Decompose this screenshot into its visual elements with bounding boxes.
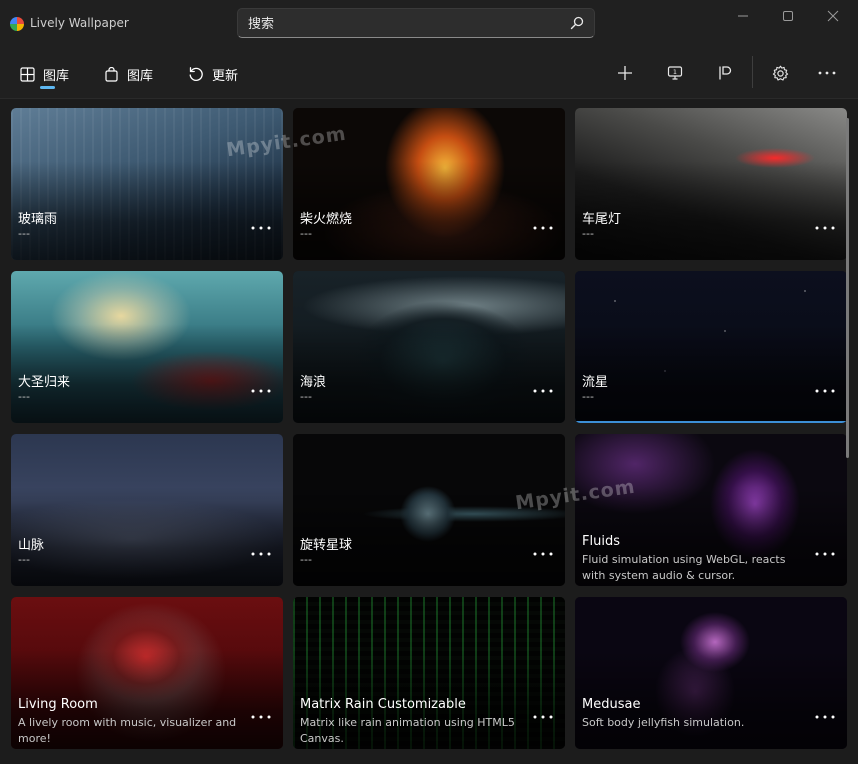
wallpaper-description: --- xyxy=(18,553,30,566)
app-logo-icon xyxy=(10,17,24,31)
more-icon xyxy=(533,552,553,556)
nav-library-label: 图库 xyxy=(43,68,70,84)
wallpaper-description: --- xyxy=(582,390,594,403)
wallpaper-more-button[interactable] xyxy=(249,709,273,725)
nav-update[interactable]: 更新 xyxy=(188,61,238,87)
wallpaper-description: --- xyxy=(18,227,30,240)
wallpaper-card-medusae[interactable]: Medusae Soft body jellyfish simulation. xyxy=(575,597,847,749)
more-options-button[interactable] xyxy=(812,60,842,86)
wallpaper-card-matrix-rain[interactable]: Matrix Rain Customizable Matrix like rai… xyxy=(293,597,565,749)
wallpaper-title: 海浪 xyxy=(300,375,327,390)
wallpaper-description: --- xyxy=(582,227,594,240)
more-icon xyxy=(251,552,271,556)
wallpaper-description: --- xyxy=(300,390,312,403)
wallpaper-card-meteor[interactable]: 流星 --- xyxy=(575,271,847,423)
pause-flag-icon xyxy=(719,66,732,80)
maximize-button[interactable] xyxy=(765,0,811,32)
wallpaper-description: Soft body jellyfish simulation. xyxy=(582,716,745,729)
more-icon xyxy=(533,389,553,393)
wallpaper-title: 山脉 xyxy=(18,538,45,553)
nav-library[interactable]: 图库 xyxy=(20,61,69,87)
more-icon xyxy=(533,715,553,719)
wallpaper-title: 车尾灯 xyxy=(582,212,622,227)
wallpaper-title: 旋转星球 xyxy=(300,538,353,553)
wallpaper-more-button[interactable] xyxy=(249,383,273,399)
wallpaper-description: Fluid simulation using WebGL, reacts wit… xyxy=(582,553,786,582)
wallpaper-more-button[interactable] xyxy=(813,709,837,725)
wallpaper-description: --- xyxy=(300,553,312,566)
plus-icon xyxy=(618,66,632,80)
more-icon xyxy=(818,71,836,75)
wallpaper-card-wave[interactable]: 海浪 --- xyxy=(293,271,565,423)
search-box[interactable] xyxy=(237,8,595,38)
wallpaper-more-button[interactable] xyxy=(531,220,555,236)
more-icon xyxy=(815,715,835,719)
wallpaper-description: --- xyxy=(300,227,312,240)
wallpaper-gallery: 玻璃雨 --- 柴火燃烧 --- 车尾灯 --- 大圣归来 --- 海浪 ---… xyxy=(0,98,858,764)
minimize-icon xyxy=(738,15,748,17)
app-title: Lively Wallpaper xyxy=(30,16,129,30)
wallpaper-title: 玻璃雨 xyxy=(18,212,58,227)
toolbar: 图库 图库 更新 1 xyxy=(0,48,858,98)
wallpaper-title: Living Room xyxy=(18,697,98,712)
settings-button[interactable] xyxy=(765,60,795,86)
more-icon xyxy=(815,552,835,556)
svg-text:1: 1 xyxy=(673,68,677,76)
wallpaper-card-mountains[interactable]: 山脉 --- xyxy=(11,434,283,586)
wallpaper-more-button[interactable] xyxy=(813,383,837,399)
gear-icon xyxy=(772,65,788,81)
title-bar: Lively Wallpaper xyxy=(0,0,858,48)
shopping-bag-icon xyxy=(105,66,118,82)
wallpaper-card-living-room[interactable]: Living Room A lively room with music, vi… xyxy=(11,597,283,749)
wallpaper-more-button[interactable] xyxy=(813,546,837,562)
wallpaper-title: 柴火燃烧 xyxy=(300,212,353,227)
wallpaper-title: Fluids xyxy=(582,534,620,549)
add-wallpaper-button[interactable] xyxy=(610,60,640,86)
wallpaper-more-button[interactable] xyxy=(531,546,555,562)
more-icon xyxy=(815,226,835,230)
wallpaper-more-button[interactable] xyxy=(813,220,837,236)
wallpaper-title: Medusae xyxy=(582,697,641,712)
nav-gallery[interactable]: 图库 xyxy=(104,61,153,87)
close-button[interactable] xyxy=(810,0,856,32)
wallpaper-card-fluids[interactable]: Fluids Fluid simulation using WebGL, rea… xyxy=(575,434,847,586)
toolbar-separator xyxy=(752,56,753,88)
search-input[interactable] xyxy=(248,15,548,33)
wallpaper-description: A lively room with music, visualizer and… xyxy=(18,716,237,745)
wallpaper-more-button[interactable] xyxy=(249,220,273,236)
wallpaper-card-monkey-king[interactable]: 大圣归来 --- xyxy=(11,271,283,423)
more-icon xyxy=(815,389,835,393)
more-icon xyxy=(251,715,271,719)
monitor-icon: 1 xyxy=(667,66,683,80)
wallpaper-more-button[interactable] xyxy=(531,709,555,725)
wallpaper-description: --- xyxy=(18,390,30,403)
wallpaper-card-glass-rain[interactable]: 玻璃雨 --- xyxy=(11,108,283,260)
nav-active-indicator xyxy=(40,86,55,89)
maximize-icon xyxy=(783,11,793,21)
more-icon xyxy=(251,389,271,393)
refresh-icon xyxy=(189,67,203,81)
screen-layout-button[interactable]: 1 xyxy=(660,60,690,86)
wallpaper-more-button[interactable] xyxy=(531,383,555,399)
wallpaper-card-taillight[interactable]: 车尾灯 --- xyxy=(575,108,847,260)
nav-gallery-label: 图库 xyxy=(127,68,154,84)
search-icon[interactable] xyxy=(570,16,584,30)
control-panel-button[interactable] xyxy=(710,60,740,86)
wallpaper-title: 大圣归来 xyxy=(18,375,71,390)
wallpaper-title: Matrix Rain Customizable xyxy=(300,697,466,712)
more-icon xyxy=(251,226,271,230)
nav-update-label: 更新 xyxy=(212,68,239,84)
wallpaper-title: 流星 xyxy=(582,375,609,390)
grid-icon xyxy=(20,66,35,82)
more-icon xyxy=(533,226,553,230)
minimize-button[interactable] xyxy=(720,0,766,32)
wallpaper-description: Matrix like rain animation using HTML5 C… xyxy=(300,716,515,745)
close-icon xyxy=(827,10,839,22)
gallery-scrollbar[interactable] xyxy=(846,118,849,458)
wallpaper-more-button[interactable] xyxy=(249,546,273,562)
